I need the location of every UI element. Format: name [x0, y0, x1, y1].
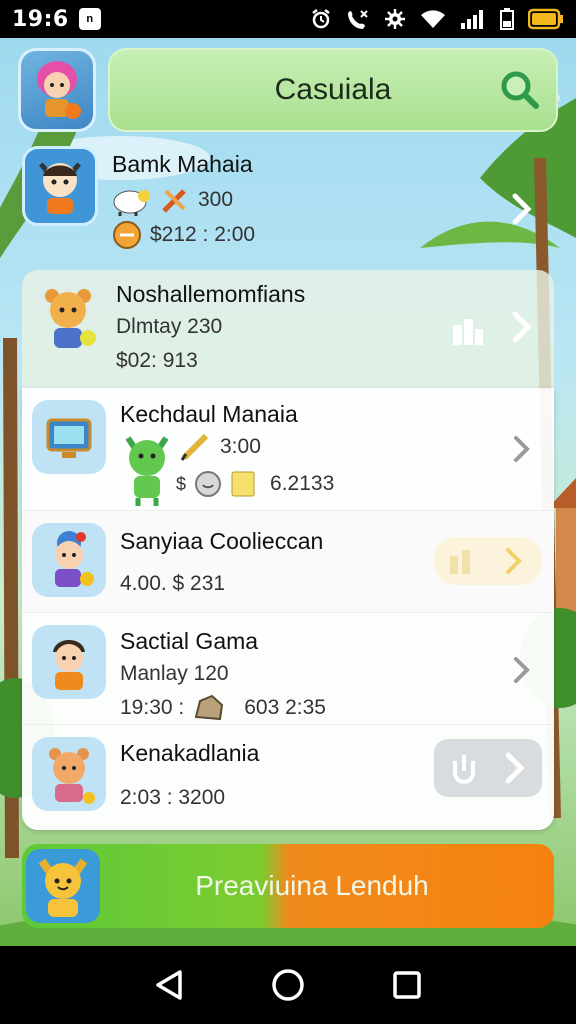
item-detail: 603 2:35 [244, 696, 326, 719]
computer-icon [46, 418, 92, 458]
primary-action-label: Preaviuina Lenduh [195, 870, 429, 901]
gesture-icon [453, 755, 475, 784]
game-card[interactable]: Noshallemomfians Dlmtay 230 $02: 913 [22, 270, 554, 388]
signal-icon [461, 10, 483, 29]
chevron-right-icon[interactable] [506, 432, 536, 466]
chevron-right-icon[interactable] [506, 192, 536, 226]
settings-icon [385, 9, 405, 29]
card-detail: $212 : 2:00 [150, 223, 256, 246]
battery-low-icon [500, 8, 514, 30]
avatar-character-icon [37, 61, 81, 119]
status-time: 19:6 [12, 6, 69, 32]
game-thumbnail [32, 282, 106, 356]
bear-character-icon [45, 289, 96, 348]
status-bar: 19:6 n [0, 0, 576, 38]
chevron-right-icon [505, 752, 525, 784]
wifi-icon [421, 10, 445, 28]
currency-symbol: $ [176, 474, 187, 494]
cat-mascot-icon [38, 858, 88, 917]
coin-icon [113, 221, 141, 249]
list-item[interactable]: Kenakadlania 2:03 : 3200 [22, 724, 554, 830]
action-button[interactable] [434, 537, 542, 585]
card-stat: 300 [198, 188, 234, 211]
game-thumbnail [32, 400, 106, 474]
system-nav-bar [0, 946, 576, 1024]
search-icon[interactable] [498, 68, 542, 112]
card-stat: Dlmtay 230 [116, 315, 223, 338]
game-list: Kechdaul Manaia 3:00 $ 6.2133 Sanyiaa Co… [22, 388, 554, 830]
card-title: Noshallemomfians [116, 281, 306, 307]
note-icon [231, 471, 255, 497]
item-title: Sactial Gama [120, 628, 259, 654]
pencil-icon [180, 433, 209, 461]
back-icon[interactable] [154, 969, 184, 1001]
game-thumbnail [32, 737, 106, 811]
coin-face-icon [195, 471, 222, 497]
game-card[interactable]: Bamk Mahaia 300 $212 : 2:00 [22, 146, 554, 270]
item-time: 19:30 : [120, 696, 185, 719]
app-screen: Casuiala Bamk Mahaia 300 $212 : 2:00 Nos… [0, 38, 576, 946]
chevron-right-icon[interactable] [506, 653, 536, 687]
character-icon [55, 531, 94, 587]
battery-icon [528, 8, 563, 30]
card-detail: $02: 913 [116, 349, 198, 372]
stats-button[interactable] [442, 308, 494, 352]
home-icon[interactable] [271, 968, 305, 1002]
item-title: Sanyiaa Coolieccan [120, 528, 324, 554]
game-thumbnail [22, 146, 98, 226]
cat-character-icon [125, 436, 169, 506]
character-icon [53, 640, 85, 690]
profile-avatar[interactable] [18, 48, 96, 132]
item-title: Kenakadlania [120, 740, 260, 766]
character-icon [39, 162, 81, 214]
bar-chart-icon [453, 319, 483, 345]
chevron-right-icon[interactable] [506, 310, 536, 344]
call-icon [348, 10, 368, 29]
rock-icon [194, 694, 224, 721]
search-bar[interactable]: Casuiala [108, 48, 558, 132]
game-thumbnail [32, 625, 106, 699]
chevron-right-icon [506, 548, 522, 574]
item-detail: 2:03 : 3200 [120, 786, 226, 809]
action-button[interactable] [434, 739, 542, 797]
notification-icon: n [78, 8, 101, 30]
bar-chart-icon [450, 550, 470, 574]
item-detail: 4.00. $ 231 [120, 572, 226, 595]
item-title: Kechdaul Manaia [120, 401, 298, 427]
item-stat: 3:00 [220, 435, 261, 458]
primary-action-button[interactable]: Preaviuina Lenduh [22, 844, 554, 928]
list-item[interactable]: Sactial Gama Manlay 120 19:30 : 603 2:35 [22, 612, 554, 724]
page-title: Casuiala [274, 73, 392, 106]
recents-icon[interactable] [392, 970, 422, 1000]
tools-icon [162, 189, 186, 213]
card-title: Bamk Mahaia [112, 151, 253, 177]
list-item[interactable]: Kechdaul Manaia 3:00 $ 6.2133 [22, 388, 554, 510]
sheep-icon [113, 190, 150, 216]
mascot-thumbnail [26, 849, 100, 923]
item-detail: 6.2133 [270, 472, 335, 495]
top-header: Casuiala [18, 48, 558, 132]
list-item[interactable]: Sanyiaa Coolieccan 4.00. $ 231 [22, 510, 554, 612]
game-thumbnail [32, 523, 106, 597]
alarm-icon [312, 9, 330, 29]
item-stat: Manlay 120 [120, 662, 229, 685]
bear-character-icon [49, 748, 95, 804]
